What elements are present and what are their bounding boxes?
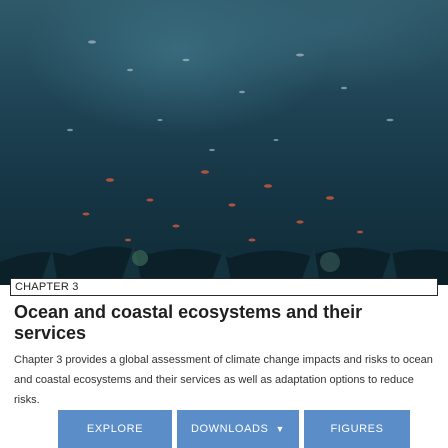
chapter-label: CHAPTER 3 [15,281,79,293]
downloads-button[interactable]: DOWNLOADS ▼ [177,410,299,448]
figures-button[interactable]: FIGURES [304,410,410,448]
chevron-down-icon: ▼ [275,423,286,434]
explore-button-label: EXPLORE [86,423,144,435]
chapter-label-box: CHAPTER 3 [10,278,438,296]
page-title: Ocean and coastal ecosystems and their s… [14,302,363,343]
hero-image [0,0,448,285]
downloads-button-label: DOWNLOADS [190,423,269,435]
ocean-reef-image [0,40,448,285]
explore-button[interactable]: EXPLORE [58,410,172,448]
chapter-description: Chapter 3 provides a global assessment o… [14,354,433,406]
figures-button-label: FIGURES [330,423,384,435]
